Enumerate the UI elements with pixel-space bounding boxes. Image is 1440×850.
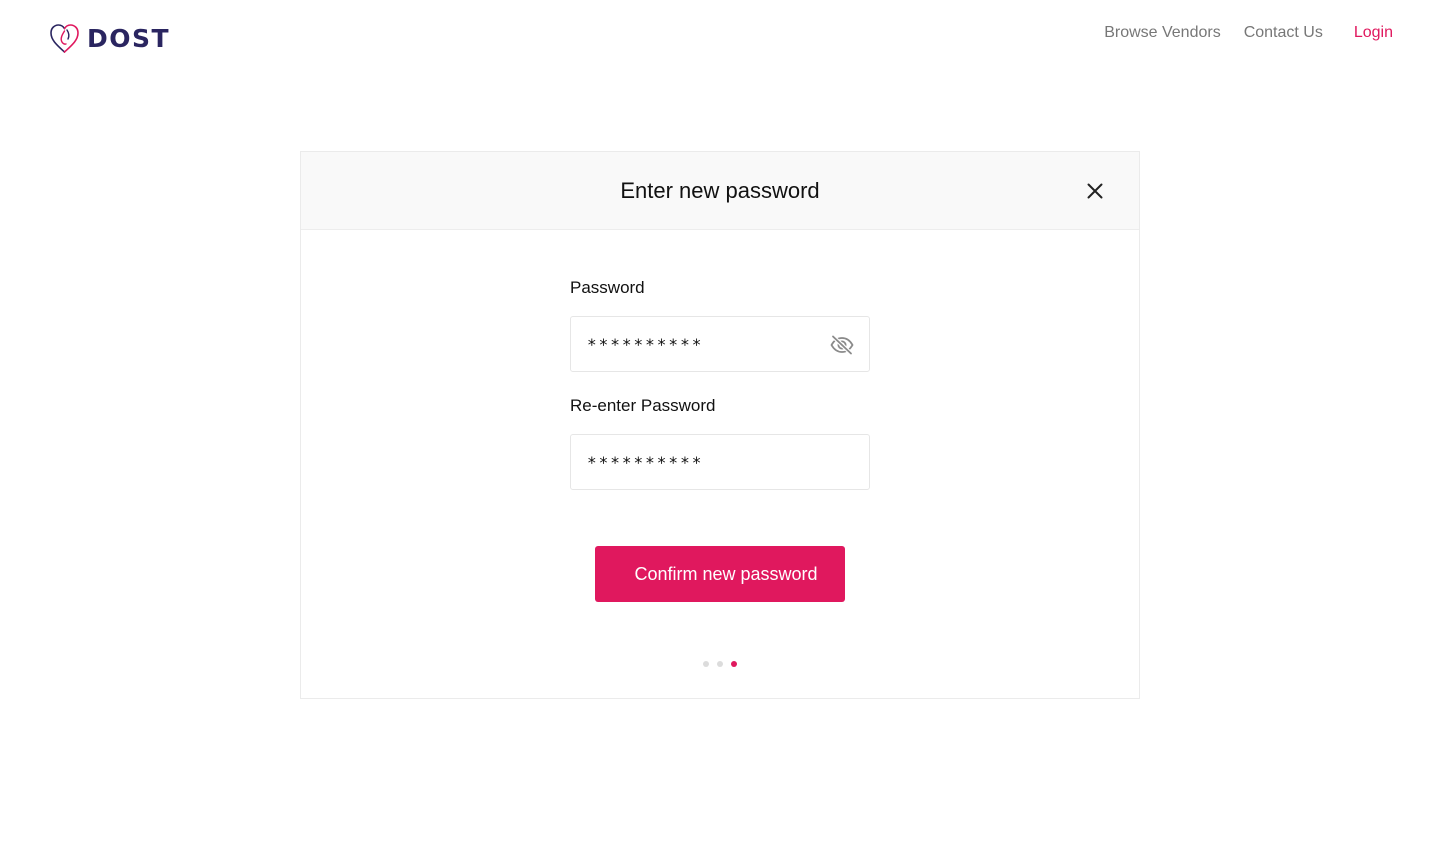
password-label: Password: [570, 278, 645, 297]
close-button[interactable]: [1084, 180, 1106, 202]
nav-login[interactable]: Login: [1354, 23, 1393, 43]
eye-off-icon[interactable]: [830, 334, 854, 356]
step-dot-1: [703, 661, 709, 667]
reset-password-dialog: Enter new password Password Re-enter Pas…: [300, 151, 1140, 699]
dialog-header: Enter new password: [301, 152, 1139, 230]
step-dot-3-active: [731, 661, 737, 667]
nav-contact-us[interactable]: Contact Us: [1244, 23, 1323, 43]
nav-browse-vendors[interactable]: Browse Vendors: [1104, 23, 1221, 43]
password-input[interactable]: [571, 317, 869, 371]
confirm-new-password-button[interactable]: Confirm new password: [595, 546, 845, 602]
confirm-password-label: Re-enter Password: [570, 396, 716, 415]
dialog-title: Enter new password: [620, 177, 820, 203]
step-dot-2: [717, 661, 723, 667]
step-indicator: [703, 661, 737, 667]
brand-name: DOST: [87, 23, 171, 53]
new-password-form: Password Re-enter Password: [570, 277, 870, 490]
confirm-password-field-wrapper: [570, 434, 870, 490]
confirm-password-group: Re-enter Password: [570, 395, 870, 490]
top-header: DOST Browse Vendors Contact Us Login: [0, 0, 1440, 78]
brand-logo[interactable]: DOST: [48, 22, 170, 54]
close-icon: [1087, 183, 1103, 199]
heart-hands-icon: [48, 22, 81, 54]
top-nav: Browse Vendors Contact Us Login: [1104, 23, 1393, 43]
password-field-wrapper: [570, 316, 870, 372]
confirm-password-input[interactable]: [571, 435, 869, 489]
